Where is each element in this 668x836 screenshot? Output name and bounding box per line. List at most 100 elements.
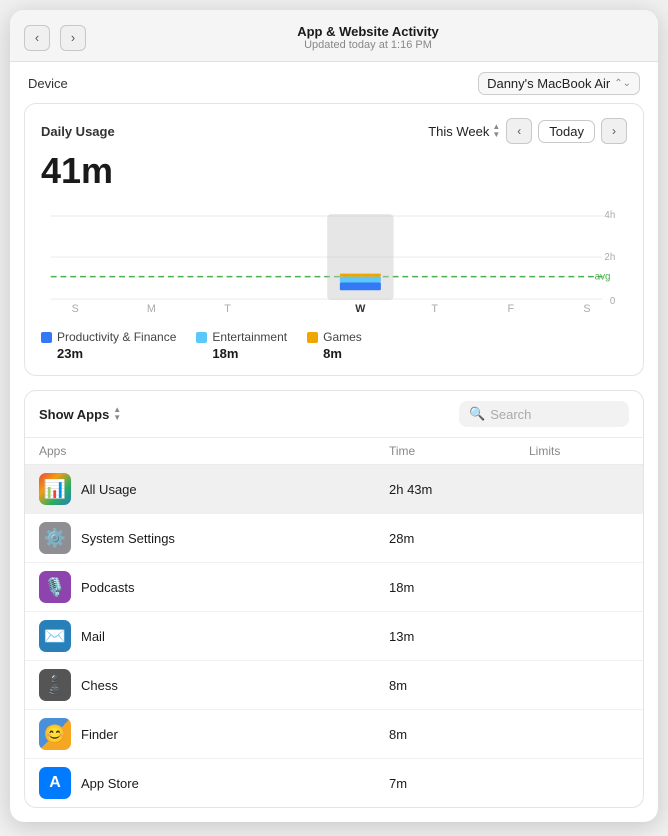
games-dot bbox=[307, 332, 318, 343]
entertainment-time: 18m bbox=[196, 346, 287, 361]
search-box[interactable]: 🔍 bbox=[459, 401, 629, 427]
app-icon: 🎙️ bbox=[39, 571, 71, 603]
app-info: ⚙️ System Settings bbox=[39, 522, 389, 554]
table-row[interactable]: ⚙️ System Settings 28m bbox=[25, 514, 643, 563]
games-time: 8m bbox=[307, 346, 362, 361]
app-table: 📊 All Usage 2h 43m ⚙️ System Settings 28… bbox=[25, 465, 643, 807]
svg-text:2h: 2h bbox=[604, 252, 615, 263]
table-header: Apps Time Limits bbox=[25, 438, 643, 465]
app-icon: 😊 bbox=[39, 718, 71, 750]
app-name: Chess bbox=[81, 678, 118, 693]
productivity-time: 23m bbox=[41, 346, 176, 361]
app-info: A App Store bbox=[39, 767, 389, 799]
prev-week-icon: ‹ bbox=[517, 124, 521, 138]
prev-week-button[interactable]: ‹ bbox=[506, 118, 532, 144]
svg-text:M: M bbox=[147, 303, 156, 315]
svg-text:0: 0 bbox=[610, 296, 616, 307]
forward-icon: › bbox=[71, 30, 75, 45]
device-selector[interactable]: Danny's MacBook Air ⌃⌄ bbox=[478, 72, 640, 95]
svg-text:4h: 4h bbox=[604, 210, 615, 221]
title-bar: ‹ › App & Website Activity Updated today… bbox=[10, 10, 658, 62]
table-row[interactable]: ✉️ Mail 13m bbox=[25, 612, 643, 661]
app-name: Finder bbox=[81, 727, 118, 742]
app-time: 7m bbox=[389, 776, 529, 791]
chart-area: 4h 2h 0 avg bbox=[41, 200, 627, 320]
device-row: Device Danny's MacBook Air ⌃⌄ bbox=[10, 62, 658, 103]
usage-chart: 4h 2h 0 avg bbox=[41, 200, 627, 320]
chart-legend: Productivity & Finance 23m Entertainment… bbox=[25, 320, 643, 375]
apps-header: Show Apps ▲▼ 🔍 bbox=[25, 391, 643, 438]
apps-section: Show Apps ▲▼ 🔍 Apps Time Limits 📊 All Us… bbox=[24, 390, 644, 808]
app-icon: ♟️ bbox=[39, 669, 71, 701]
app-time: 18m bbox=[389, 580, 529, 595]
app-info: 📊 All Usage bbox=[39, 473, 389, 505]
usage-section: Daily Usage This Week ▲▼ ‹ Today › 41m bbox=[24, 103, 644, 376]
table-row[interactable]: 📊 All Usage 2h 43m bbox=[25, 465, 643, 514]
app-info: 🎙️ Podcasts bbox=[39, 571, 389, 603]
games-label: Games bbox=[323, 330, 362, 344]
app-info: ♟️ Chess bbox=[39, 669, 389, 701]
app-time: 28m bbox=[389, 531, 529, 546]
back-button[interactable]: ‹ bbox=[24, 25, 50, 51]
total-usage-time: 41m bbox=[25, 148, 643, 200]
app-name: App Store bbox=[81, 776, 139, 791]
device-label: Device bbox=[28, 76, 68, 91]
app-name: Mail bbox=[81, 629, 105, 644]
productivity-dot bbox=[41, 332, 52, 343]
table-row[interactable]: 🎙️ Podcasts 18m bbox=[25, 563, 643, 612]
app-time: 2h 43m bbox=[389, 482, 529, 497]
next-week-button[interactable]: › bbox=[601, 118, 627, 144]
col-apps: Apps bbox=[39, 444, 389, 458]
next-week-icon: › bbox=[612, 124, 616, 138]
legend-entertainment: Entertainment 18m bbox=[196, 330, 287, 361]
app-time: 13m bbox=[389, 629, 529, 644]
app-info: 😊 Finder bbox=[39, 718, 389, 750]
today-button[interactable]: Today bbox=[538, 120, 595, 143]
svg-text:S: S bbox=[72, 303, 79, 315]
table-row[interactable]: ♟️ Chess 8m bbox=[25, 661, 643, 710]
app-info: ✉️ Mail bbox=[39, 620, 389, 652]
entertainment-label: Entertainment bbox=[212, 330, 287, 344]
app-name: All Usage bbox=[81, 482, 137, 497]
show-apps-button[interactable]: Show Apps ▲▼ bbox=[39, 406, 121, 422]
main-window: ‹ › App & Website Activity Updated today… bbox=[10, 10, 658, 822]
svg-text:S: S bbox=[583, 303, 590, 315]
svg-text:F: F bbox=[507, 303, 514, 315]
entertainment-dot bbox=[196, 332, 207, 343]
week-arrows-icon: ▲▼ bbox=[492, 123, 500, 139]
app-time: 8m bbox=[389, 678, 529, 693]
back-icon: ‹ bbox=[35, 30, 39, 45]
app-time: 8m bbox=[389, 727, 529, 742]
app-name: Podcasts bbox=[81, 580, 134, 595]
legend-games: Games 8m bbox=[307, 330, 362, 361]
col-limits: Limits bbox=[529, 444, 629, 458]
show-apps-label: Show Apps bbox=[39, 407, 109, 422]
col-time: Time bbox=[389, 444, 529, 458]
app-icon: A bbox=[39, 767, 71, 799]
app-icon: 📊 bbox=[39, 473, 71, 505]
show-apps-arrows-icon: ▲▼ bbox=[113, 406, 121, 422]
week-nav: This Week ▲▼ ‹ Today › bbox=[428, 118, 627, 144]
title-block: App & Website Activity Updated today at … bbox=[96, 24, 640, 51]
week-selector[interactable]: This Week ▲▼ bbox=[428, 123, 500, 139]
device-name: Danny's MacBook Air bbox=[487, 76, 610, 91]
svg-text:W: W bbox=[355, 303, 366, 315]
svg-text:T: T bbox=[431, 303, 438, 315]
page-title: App & Website Activity bbox=[96, 24, 640, 39]
app-icon: ✉️ bbox=[39, 620, 71, 652]
app-name: System Settings bbox=[81, 531, 175, 546]
device-arrow-icon: ⌃⌄ bbox=[614, 78, 631, 89]
productivity-label: Productivity & Finance bbox=[57, 330, 176, 344]
page-subtitle: Updated today at 1:16 PM bbox=[96, 39, 640, 51]
legend-productivity: Productivity & Finance 23m bbox=[41, 330, 176, 361]
daily-usage-label: Daily Usage bbox=[41, 124, 115, 139]
svg-text:T: T bbox=[224, 303, 231, 315]
table-row[interactable]: A App Store 7m bbox=[25, 759, 643, 807]
table-row[interactable]: 😊 Finder 8m bbox=[25, 710, 643, 759]
search-input[interactable] bbox=[490, 407, 610, 422]
search-icon: 🔍 bbox=[469, 406, 485, 422]
week-label: This Week bbox=[428, 124, 489, 139]
usage-header: Daily Usage This Week ▲▼ ‹ Today › bbox=[25, 104, 643, 148]
forward-button[interactable]: › bbox=[60, 25, 86, 51]
app-icon: ⚙️ bbox=[39, 522, 71, 554]
